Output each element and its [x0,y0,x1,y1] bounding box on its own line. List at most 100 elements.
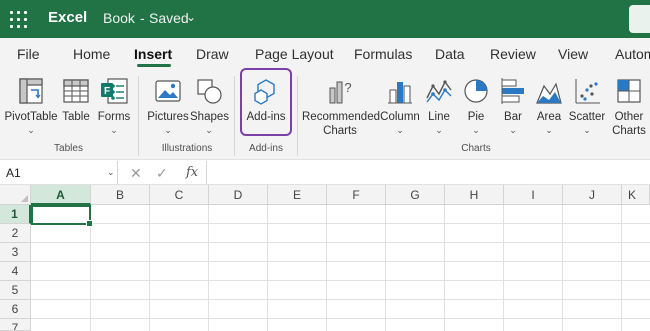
tab-home[interactable]: Home [73,46,110,62]
row-header-1[interactable]: 1 [0,205,31,224]
tab-formulas[interactable]: Formulas [354,46,412,62]
gridline [31,242,650,243]
bar-chart-icon [501,78,524,104]
tab-insert[interactable]: Insert [134,46,172,62]
cancel-icon[interactable]: ✕ [130,165,142,182]
recommended-charts-label: Recommended [302,111,380,123]
scatter-chart-button[interactable]: Scatter ⌄ [567,70,607,142]
chevron-down-icon: ⌄ [472,125,480,135]
pivottable-button[interactable]: PivotTable ⌄ [4,70,58,142]
app-name[interactable]: Excel [48,9,87,26]
recommended-charts-button[interactable]: ? Recommended Charts [302,70,380,142]
row-header-7[interactable]: 7 [0,319,31,331]
tab-review[interactable]: Review [490,46,536,62]
row-header-4[interactable]: 4 [0,262,31,281]
tab-automate[interactable]: Autom [615,46,650,62]
line-chart-button[interactable]: Line ⌄ [421,70,457,142]
chevron-down-icon: ⌄ [110,125,118,135]
chevron-down-icon[interactable]: ⌄ [107,167,115,178]
pictures-button[interactable]: Pictures ⌄ [146,70,190,142]
column-header-j[interactable]: J [563,185,622,205]
pie-chart-label: Pie [467,111,485,123]
group-separator [234,76,235,156]
pivottable-icon [19,78,43,104]
column-header-g[interactable]: G [386,185,445,205]
shapes-button[interactable]: Shapes ⌄ [190,70,230,142]
shapes-icon [197,79,222,104]
other-charts-label-line2: Charts [612,125,646,137]
gridline [31,261,650,262]
ribbon-tabs: File Home Insert Draw Page Layout Formul… [0,38,650,70]
chevron-down-icon: ⌄ [27,125,35,135]
line-chart-label: Line [428,111,450,123]
row-header-3[interactable]: 3 [0,243,31,262]
recommended-charts-label-line2: Charts [323,125,357,137]
formula-input[interactable] [206,161,650,184]
document-title[interactable]: Book [103,10,135,26]
chevron-down-icon: ⌄ [205,125,213,135]
title-bar: Excel Book - Saved ⌄ [0,0,650,38]
scatter-chart-icon [575,79,600,104]
tab-data[interactable]: Data [435,46,465,62]
active-cell[interactable] [31,205,93,227]
pivottable-label: PivotTable [4,111,58,123]
app-launcher-icon[interactable] [10,11,27,28]
gridline [31,299,650,300]
addins-highlight [240,68,292,136]
other-charts-button[interactable]: Other Charts [608,70,650,142]
pictures-label: Pictures [147,111,189,123]
column-header-a[interactable]: A [31,185,91,205]
group-label-tables: Tables [54,143,83,154]
name-box-value: A1 [6,166,21,180]
area-chart-icon [536,82,562,104]
active-tab-indicator [137,64,171,67]
header-action-button[interactable] [629,5,650,33]
row-header-2[interactable]: 2 [0,224,31,243]
column-header-f[interactable]: F [327,185,386,205]
table-label: Table [62,111,90,123]
forms-label: Forms [97,111,131,123]
tab-page-layout[interactable]: Page Layout [255,46,334,62]
column-chart-button[interactable]: Column ⌄ [379,70,421,142]
gridline [31,223,650,224]
table-button[interactable]: Table [60,70,92,142]
spreadsheet-grid[interactable]: A B C D E F G H I J K 1 2 3 4 5 6 7 [0,185,650,331]
row-header-6[interactable]: 6 [0,300,31,319]
select-all-corner[interactable] [0,185,31,205]
group-separator [138,76,139,156]
forms-button[interactable]: F Forms ⌄ [95,70,133,142]
pie-chart-icon [464,79,488,103]
tab-file[interactable]: File [17,46,40,62]
save-status[interactable]: Saved [149,10,189,26]
tab-view[interactable]: View [558,46,588,62]
chevron-down-icon: ⌄ [545,125,553,135]
column-header-d[interactable]: D [209,185,268,205]
column-header-e[interactable]: E [268,185,327,205]
table-icon [63,79,89,103]
area-chart-label: Area [536,111,562,123]
gridline [31,318,650,319]
group-label-charts: Charts [461,143,491,154]
column-header-i[interactable]: I [504,185,563,205]
insert-function-icon[interactable]: fx [186,165,198,180]
chevron-down-icon: ⌄ [396,125,404,135]
chevron-down-icon[interactable]: ⌄ [186,10,196,24]
pie-chart-button[interactable]: Pie ⌄ [458,70,494,142]
other-charts-icon [617,79,641,103]
tab-draw[interactable]: Draw [196,46,229,62]
chevron-down-icon: ⌄ [435,125,443,135]
column-chart-label: Column [380,111,420,123]
bar-chart-button[interactable]: Bar ⌄ [495,70,531,142]
row-header-5[interactable]: 5 [0,281,31,300]
shapes-label: Shapes [190,111,230,123]
column-header-b[interactable]: B [91,185,150,205]
column-header-h[interactable]: H [445,185,504,205]
area-chart-button[interactable]: Area ⌄ [531,70,567,142]
column-header-k[interactable]: K [622,185,650,205]
scatter-chart-label: Scatter [568,111,606,123]
name-box[interactable]: A1 ⌄ [0,161,118,184]
column-header-c[interactable]: C [150,185,209,205]
enter-icon[interactable]: ✓ [156,165,168,182]
chevron-down-icon: ⌄ [164,125,172,135]
picture-icon [155,80,181,102]
